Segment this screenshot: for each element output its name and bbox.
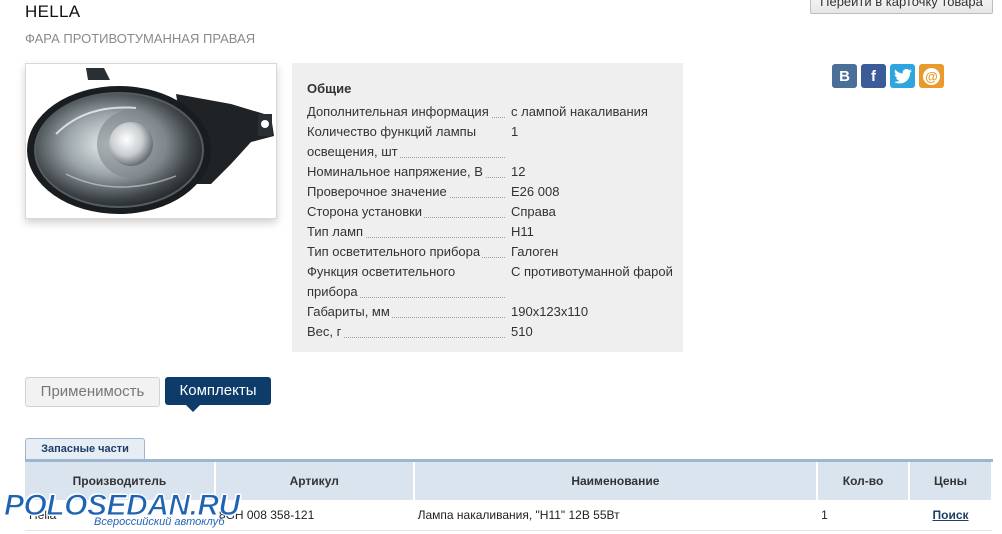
fog-lamp-picture (27, 68, 274, 214)
vk-icon[interactable]: В (832, 64, 857, 88)
column-header-qty: Кол-во (817, 462, 911, 500)
spec-name: Габариты, мм (307, 302, 511, 322)
spec-name: Сторона установки (307, 202, 511, 222)
spec-name: Проверочное значение (307, 182, 511, 202)
spec-value: с лампой накаливания (511, 104, 648, 119)
spec-name: Тип ламп (307, 222, 511, 242)
spec-value: 510 (511, 324, 533, 339)
spec-row: Дополнительная информация с лампой накали… (307, 102, 683, 122)
product-subtitle: ФАРА ПРОТИВОТУМАННАЯ ПРАВАЯ (25, 31, 256, 46)
spec-name: Количество функций лампы освещения, шт (307, 122, 511, 162)
spec-value: 1 (511, 124, 519, 139)
spec-name-label: Дополнительная информация (307, 104, 491, 119)
spec-name-label: Функция осветительного прибора (307, 264, 456, 299)
spec-row: Проверочное значение E26 008 (307, 182, 683, 202)
table-row: Hella 8GH 008 358-121 Лампа накаливания,… (25, 500, 992, 531)
spec-value: С противотуманной фарой (511, 264, 673, 279)
spec-name-label: Тип ламп (307, 224, 366, 239)
spec-name-label: Вес, г (307, 324, 344, 339)
column-header-price: Цены (909, 462, 993, 500)
search-price-link[interactable]: Поиск (933, 508, 969, 522)
spec-name-label: Номинальное напряжение, В (307, 164, 485, 179)
product-image[interactable] (25, 63, 277, 219)
spec-row: Функция осветительного прибора С противот… (307, 262, 683, 302)
specs-panel: Общие Дополнительная информация с лампой … (292, 63, 683, 352)
column-header-article: Артикул (214, 462, 415, 500)
tab-applicability[interactable]: Применимость (25, 377, 160, 407)
cell-price: Поиск (909, 500, 992, 531)
spec-value: Галоген (511, 244, 559, 259)
spec-name-label: Проверочное значение (307, 184, 449, 199)
spec-name-label: Сторона установки (307, 204, 425, 219)
spare-parts-table: Производитель Артикул Наименование Кол-в… (25, 462, 993, 531)
spec-name: Тип осветительного прибора (307, 242, 511, 262)
goto-product-card-button[interactable]: Перейти в карточку товара (810, 0, 993, 14)
social-share: В f @ (832, 64, 944, 88)
column-header-name: Наименование (413, 462, 819, 500)
spec-value: Справа (511, 204, 556, 219)
spec-name: Вес, г (307, 322, 511, 342)
spec-name-label: Тип осветительного прибора (307, 244, 483, 259)
tab-kits[interactable]: Комплекты (165, 377, 271, 412)
spec-row: Вес, г 510 (307, 322, 683, 342)
brand-title: HELLA (25, 2, 81, 21)
facebook-icon[interactable]: f (861, 64, 886, 88)
cell-qty: 1 (817, 500, 910, 531)
spec-row: Номинальное напряжение, В 12 (307, 162, 683, 182)
spec-name: Функция осветительного прибора (307, 262, 511, 302)
spec-name: Номинальное напряжение, В (307, 162, 511, 182)
spec-name: Дополнительная информация (307, 102, 511, 122)
spec-value: 190x123x110 (511, 304, 589, 319)
spec-row: Тип ламп H11 (307, 222, 683, 242)
specs-heading: Общие (307, 81, 352, 96)
column-header-maker: Производитель (25, 462, 216, 500)
mail-icon[interactable]: @ (919, 64, 944, 88)
spec-row: Габариты, мм 190x123x110 (307, 302, 683, 322)
spec-row: Тип осветительного прибора Галоген (307, 242, 683, 262)
cell-maker: Hella (25, 500, 215, 531)
cell-name: Лампа накаливания, "H11" 12В 55Вт (413, 500, 818, 531)
spec-value: H11 (511, 224, 534, 239)
spec-row: Сторона установки Справа (307, 202, 683, 222)
spec-name-label: Количество функций лампы освещения, шт (307, 124, 477, 159)
twitter-icon[interactable] (890, 64, 915, 88)
spec-value: E26 008 (511, 184, 560, 199)
cell-article: 8GH 008 358-121 (214, 500, 414, 531)
spec-row: Количество функций лампы освещения, шт 1 (307, 122, 683, 162)
spec-value: 12 (511, 164, 526, 179)
spec-name-label: Габариты, мм (307, 304, 392, 319)
subtab-spare-parts[interactable]: Запасные части (25, 438, 145, 461)
